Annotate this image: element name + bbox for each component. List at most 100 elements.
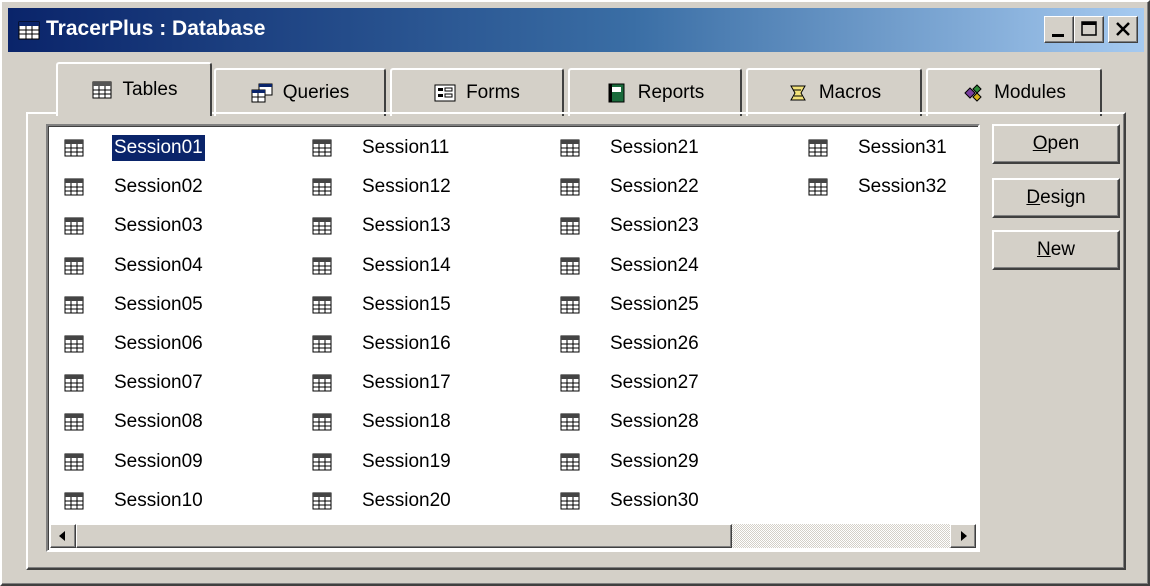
list-item-label: Session16 <box>362 333 451 354</box>
list-item[interactable]: Session16 <box>312 328 453 360</box>
list-item-label: Session03 <box>114 215 203 237</box>
list-item-label: Session23 <box>610 215 699 237</box>
minimize-button[interactable] <box>1044 16 1074 43</box>
table-icon <box>312 374 332 392</box>
close-icon <box>1116 22 1130 36</box>
list-item-label: Session15 <box>362 293 451 315</box>
list-item[interactable]: Session02 <box>64 171 205 203</box>
scroll-right-button[interactable] <box>950 524 976 548</box>
open-label: pen <box>1047 133 1080 154</box>
list-item[interactable]: Session17 <box>312 367 453 399</box>
list-item-label: Session12 <box>362 176 451 198</box>
list-item[interactable]: Session10 <box>64 485 205 517</box>
list-item[interactable]: Session06 <box>64 328 205 360</box>
open-button[interactable]: Open <box>992 124 1120 164</box>
list-item[interactable]: Session04 <box>64 250 205 282</box>
list-item[interactable]: Session28 <box>560 406 701 438</box>
table-icon <box>808 139 828 157</box>
list-item-label: Session32 <box>858 176 947 198</box>
list-item[interactable]: Session03 <box>64 210 205 242</box>
tab-label: Macros <box>818 82 882 103</box>
tables-list[interactable]: Session01 Session02 Session03 Session04 Sess… <box>46 124 980 552</box>
list-item[interactable]: Session27 <box>560 367 701 399</box>
list-item[interactable]: Session09 <box>64 446 205 478</box>
list-item-label: Session29 <box>610 450 699 472</box>
horizontal-scrollbar[interactable] <box>50 524 976 548</box>
list-item[interactable]: Session08 <box>64 406 205 438</box>
arrow-right-icon <box>961 531 967 541</box>
list-item[interactable]: Session11 <box>312 132 451 164</box>
table-icon <box>560 335 580 353</box>
list-item[interactable]: Session15 <box>312 289 453 321</box>
tab-queries[interactable]: Queries <box>214 68 386 116</box>
table-icon <box>808 178 828 196</box>
list-item[interactable]: Session18 <box>312 406 453 438</box>
list-item-label: Session25 <box>610 293 699 315</box>
list-item-label: Session09 <box>114 450 203 472</box>
list-item-label: Session31 <box>858 137 947 158</box>
list-item[interactable]: Session23 <box>560 210 701 242</box>
tab-label: Queries <box>282 82 350 103</box>
tab-label: Forms <box>466 82 520 103</box>
list-item-label: Session20 <box>362 489 451 511</box>
minimize-icon <box>1052 34 1064 37</box>
list-item[interactable]: Session26 <box>560 328 701 360</box>
list-item[interactable]: Session21 <box>560 132 701 164</box>
list-item[interactable]: Session12 <box>312 171 453 203</box>
table-icon <box>312 296 332 314</box>
list-item-label: Session10 <box>114 489 203 511</box>
design-button[interactable]: Design <box>992 178 1120 218</box>
scrollbar-thumb[interactable] <box>76 524 732 548</box>
list-item[interactable]: Session01 <box>64 132 206 164</box>
query-icon <box>251 83 273 103</box>
list-item-label: Session21 <box>610 137 699 158</box>
table-icon <box>560 492 580 510</box>
table-icon <box>64 178 84 196</box>
tab-modules[interactable]: Modules <box>926 68 1102 116</box>
tab-tables[interactable]: Tables <box>56 62 212 116</box>
table-icon <box>64 492 84 510</box>
window-title: TracerPlus : Database <box>46 17 266 40</box>
tab-label: Reports <box>637 82 705 103</box>
list-item-label: Session17 <box>362 372 451 394</box>
tab-label: Tables <box>122 79 178 100</box>
list-item-label: Session11 <box>362 137 450 158</box>
table-icon <box>560 257 580 275</box>
list-item[interactable]: Session14 <box>312 250 453 282</box>
tab-label: Modules <box>994 82 1066 103</box>
close-button[interactable] <box>1108 16 1138 43</box>
table-icon <box>312 413 332 431</box>
list-item[interactable]: Session19 <box>312 446 453 478</box>
list-item-label: Session22 <box>610 176 699 198</box>
list-item[interactable]: Session22 <box>560 171 701 203</box>
scroll-left-button[interactable] <box>50 524 76 548</box>
database-window-icon <box>18 21 40 40</box>
tab-forms[interactable]: Forms <box>390 68 564 116</box>
list-item[interactable]: Session07 <box>64 367 205 399</box>
list-item[interactable]: Session31 <box>808 132 949 164</box>
table-icon <box>312 217 332 235</box>
list-item-label: Session19 <box>362 450 451 472</box>
table-icon <box>560 296 580 314</box>
list-item[interactable]: Session29 <box>560 446 701 478</box>
list-item[interactable]: Session30 <box>560 485 701 517</box>
maximize-button[interactable] <box>1074 16 1104 43</box>
design-accelerator: D <box>1026 187 1041 208</box>
list-item-label: Session04 <box>114 254 203 276</box>
list-item[interactable]: Session13 <box>312 210 453 242</box>
list-item[interactable]: Session25 <box>560 289 701 321</box>
list-item-label: Session01 <box>111 134 206 162</box>
table-icon <box>64 453 84 471</box>
list-item[interactable]: Session32 <box>808 171 949 203</box>
table-icon <box>64 257 84 275</box>
list-item-label: Session27 <box>610 372 699 394</box>
list-item[interactable]: Session24 <box>560 250 701 282</box>
list-item-label: Session24 <box>610 254 699 276</box>
title-bar[interactable]: TracerPlus : Database <box>8 8 1144 52</box>
list-item[interactable]: Session20 <box>312 485 453 517</box>
list-item[interactable]: Session05 <box>64 289 205 321</box>
new-button[interactable]: New <box>992 230 1120 270</box>
table-icon <box>560 453 580 471</box>
tab-macros[interactable]: Macros <box>746 68 922 116</box>
tab-reports[interactable]: Reports <box>568 68 742 116</box>
